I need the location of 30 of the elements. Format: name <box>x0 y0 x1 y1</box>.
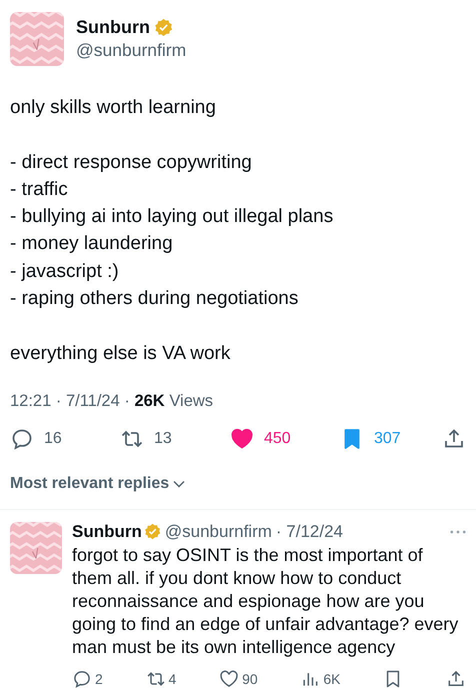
tweet-text: - raping others during negotiations <box>10 287 300 312</box>
chevron-down-icon <box>173 480 186 488</box>
reply-text: forgot to say OSINT is the most important of them all. if you dont know how to conduct reconnaissance and espionage how are you going to find an edge of unfair advantage? every man must be its own intelligence agency <box>72 544 460 659</box>
user-handle[interactable]: @sunburnfirm <box>76 40 186 61</box>
action-count: 6K <box>323 670 340 687</box>
user-handle[interactable]: @sunburnfirm <box>164 522 272 542</box>
tweet-text: - bullying ai into laying out illegal plans <box>10 205 334 230</box>
action-count: 13 <box>154 430 172 448</box>
action-count: 2 <box>95 670 103 687</box>
action-count: 90 <box>242 670 258 687</box>
timestamp-views: 12:21 · 7/11/24 · 26K Views <box>10 392 214 411</box>
action-count: 450 <box>264 430 291 448</box>
tweet-text: everything else is VA work <box>10 342 232 366</box>
action-count: 16 <box>44 430 62 448</box>
tweet-text: only skills worth learning <box>10 96 217 120</box>
tweet-text: - direct response copywriting <box>10 150 253 175</box>
sort-dropdown[interactable]: Most relevant replies <box>10 474 186 493</box>
action-count: 307 <box>374 430 401 448</box>
share-icon[interactable] <box>446 668 466 689</box>
display-name[interactable]: Sunburn <box>72 522 142 542</box>
reply-date: · 7/12/24 <box>276 522 344 542</box>
action-count: 4 <box>168 670 176 687</box>
display-name[interactable]: Sunburn <box>76 17 150 38</box>
tweet-text: - traffic <box>10 178 69 202</box>
tweet-text: - money laundering <box>10 232 174 256</box>
heart-icon[interactable] <box>219 668 240 689</box>
tweet-text: - javascript :) <box>10 260 120 284</box>
speech-bubble-icon[interactable] <box>72 668 92 689</box>
speech-bubble-icon[interactable] <box>10 426 34 451</box>
heart-icon[interactable] <box>230 426 254 451</box>
